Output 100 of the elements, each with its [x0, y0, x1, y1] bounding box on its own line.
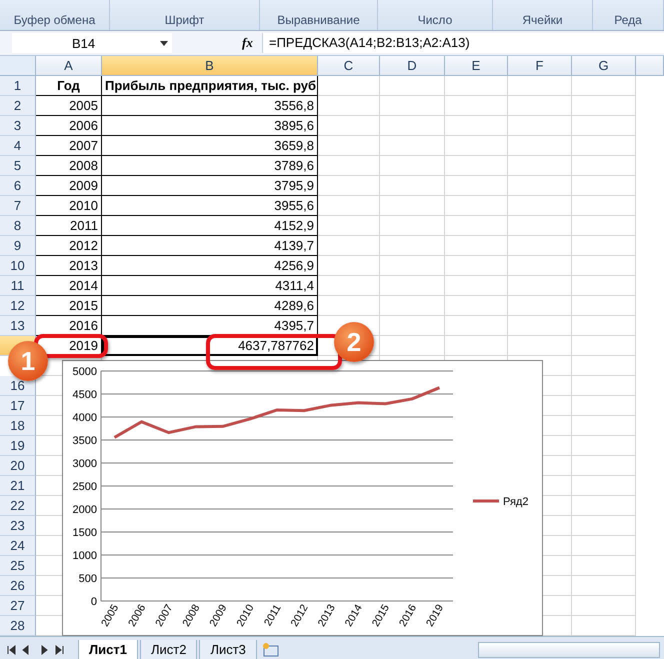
- table-cell: 4139,7: [102, 236, 318, 256]
- row-header[interactable]: 20: [0, 456, 36, 476]
- row-header[interactable]: 9: [0, 236, 36, 256]
- table-cell: 3895,6: [102, 116, 318, 136]
- table-cell: 2016: [36, 316, 102, 336]
- select-all-corner[interactable]: [0, 56, 36, 76]
- column-header[interactable]: E: [445, 56, 508, 76]
- row-header[interactable]: 3: [0, 116, 36, 136]
- table-cell: 4289,6: [102, 296, 318, 316]
- row-header[interactable]: 11: [0, 276, 36, 296]
- table-cell: [572, 376, 636, 396]
- ribbon-group-label: Шрифт: [164, 13, 204, 27]
- column-header[interactable]: G: [572, 56, 636, 76]
- row-header[interactable]: 26: [0, 576, 36, 596]
- row-header[interactable]: 5: [0, 156, 36, 176]
- table-cell: [508, 156, 572, 176]
- row-header[interactable]: 17: [0, 396, 36, 416]
- row-header[interactable]: 10: [0, 256, 36, 276]
- row-header[interactable]: 13: [0, 316, 36, 336]
- table-cell: [508, 76, 572, 96]
- table-cell: [572, 136, 636, 156]
- table-cell: [445, 236, 508, 256]
- table-cell: [445, 316, 508, 336]
- row-header[interactable]: 6: [0, 176, 36, 196]
- y-axis-label: 0: [90, 596, 97, 608]
- table-cell: [572, 476, 636, 496]
- table-cell: Прибыль предприятия, тыс. руб: [102, 76, 318, 96]
- column-header[interactable]: F: [508, 56, 572, 76]
- callout-badge: 1: [8, 341, 48, 381]
- table-cell: [380, 156, 445, 176]
- row-header[interactable]: 23: [0, 516, 36, 536]
- table-cell: 3955,6: [102, 196, 318, 216]
- row-header[interactable]: 2: [0, 96, 36, 116]
- row-header[interactable]: 27: [0, 596, 36, 616]
- table-cell: [572, 176, 636, 196]
- table-cell: [572, 156, 636, 176]
- table-cell: 4256,9: [102, 256, 318, 276]
- horizontal-scrollbar[interactable]: [478, 642, 660, 658]
- ribbon-group-label: Буфер обмена: [14, 13, 96, 27]
- table-cell: 2013: [36, 256, 102, 276]
- table-cell: [572, 236, 636, 256]
- row-header[interactable]: 28: [0, 616, 36, 636]
- row-header[interactable]: 7: [0, 196, 36, 216]
- y-axis-label: 1000: [72, 550, 97, 562]
- column-header[interactable]: A: [36, 56, 102, 76]
- table-cell: 4152,9: [102, 216, 318, 236]
- sheet-tab[interactable]: Лист2: [140, 640, 198, 659]
- row-header[interactable]: 25: [0, 556, 36, 576]
- table-cell: [572, 556, 636, 576]
- table-cell: [318, 96, 380, 116]
- row-header[interactable]: 1: [0, 76, 36, 96]
- table-cell: [508, 336, 572, 356]
- row-header[interactable]: 24: [0, 536, 36, 556]
- table-cell: [572, 536, 636, 556]
- ribbon-group-label: Число: [418, 13, 452, 27]
- ribbon-group-label: Ячейки: [522, 13, 563, 27]
- table-cell: [380, 336, 445, 356]
- table-cell: [508, 216, 572, 236]
- table-cell: [318, 256, 380, 276]
- insert-function-button[interactable]: fx: [242, 35, 262, 51]
- row-header[interactable]: 21: [0, 476, 36, 496]
- table-cell: [508, 116, 572, 136]
- table-cell: [380, 236, 445, 256]
- column-header[interactable]: C: [318, 56, 380, 76]
- table-cell: [572, 316, 636, 336]
- table-cell: [380, 216, 445, 236]
- column-header[interactable]: B: [102, 56, 318, 76]
- table-cell: [572, 256, 636, 276]
- row-header[interactable]: 8: [0, 216, 36, 236]
- table-cell: [572, 96, 636, 116]
- table-cell: [318, 216, 380, 236]
- table-cell: [318, 116, 380, 136]
- table-cell: [572, 336, 636, 356]
- formula-field[interactable]: =ПРЕДСКАЗ(A14;B2:B13;A2:A13): [262, 33, 664, 53]
- table-cell: [318, 296, 380, 316]
- row-header[interactable]: 22: [0, 496, 36, 516]
- table-cell: 2008: [36, 156, 102, 176]
- table-cell: [572, 116, 636, 136]
- row-header[interactable]: 12: [0, 296, 36, 316]
- table-cell: [445, 276, 508, 296]
- table-cell: 2007: [36, 136, 102, 156]
- sheet-tab[interactable]: Лист1: [78, 640, 138, 659]
- row-header[interactable]: 18: [0, 416, 36, 436]
- row-header[interactable]: 19: [0, 436, 36, 456]
- table-cell: 3789,6: [102, 156, 318, 176]
- y-axis-label: 2000: [72, 504, 97, 516]
- table-cell: [380, 276, 445, 296]
- sheet-tab[interactable]: Лист3: [199, 640, 257, 659]
- row-header[interactable]: 4: [0, 136, 36, 156]
- table-cell: [508, 256, 572, 276]
- table-cell: [445, 196, 508, 216]
- column-header[interactable]: [636, 56, 664, 76]
- table-cell: [445, 176, 508, 196]
- table-cell: [508, 296, 572, 316]
- name-box[interactable]: B14: [12, 33, 172, 53]
- dropdown-icon[interactable]: [160, 40, 168, 46]
- table-cell: [508, 236, 572, 256]
- table-cell: [445, 216, 508, 236]
- column-header[interactable]: D: [380, 56, 445, 76]
- table-cell: [572, 216, 636, 236]
